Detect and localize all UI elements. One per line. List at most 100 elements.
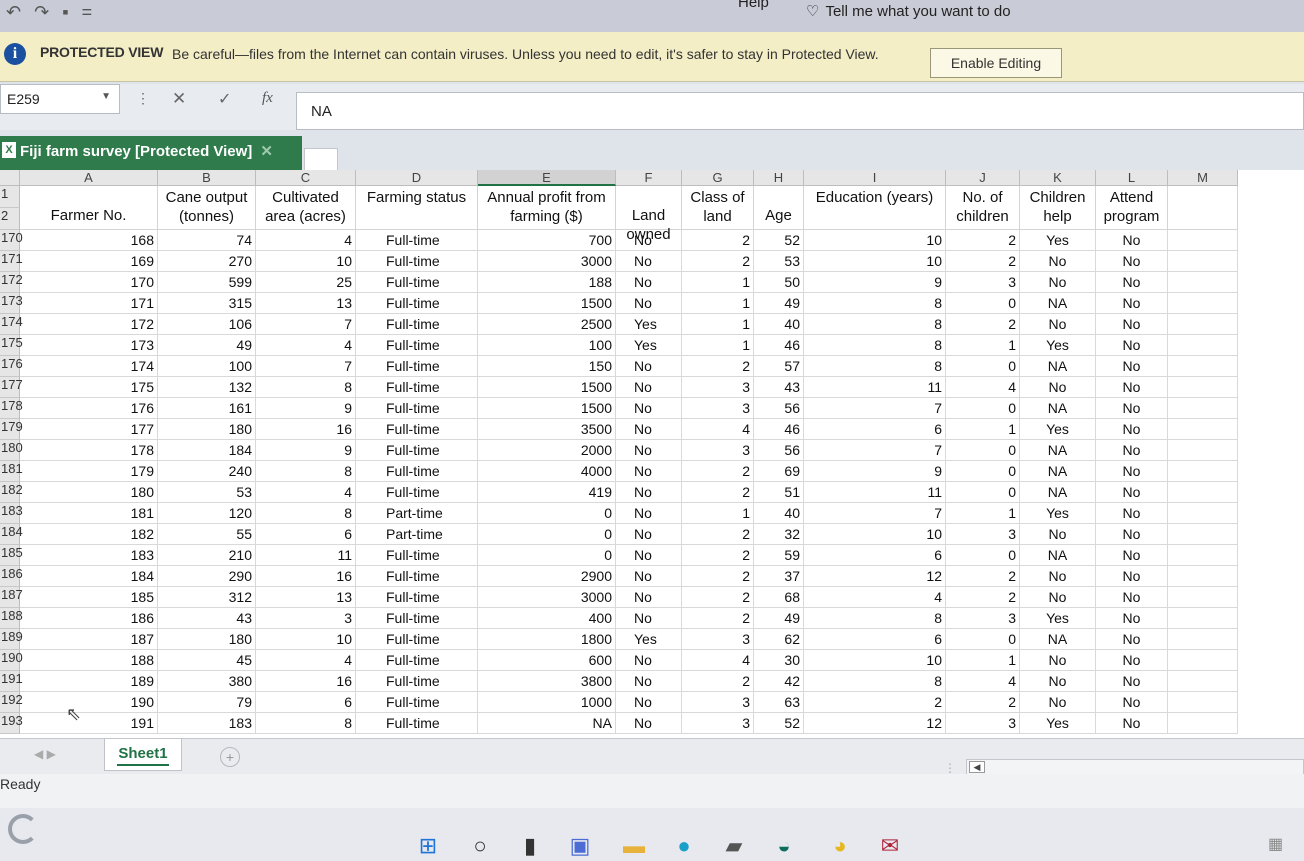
table-cell[interactable]: 40: [754, 503, 804, 524]
table-cell[interactable]: No: [616, 398, 682, 419]
row-header[interactable]: 185: [0, 545, 23, 566]
table-cell[interactable]: No: [1096, 566, 1168, 587]
table-cell[interactable]: 40: [754, 314, 804, 335]
table-cell[interactable]: 12: [804, 566, 946, 587]
table-cell[interactable]: 1500: [478, 377, 616, 398]
table-cell[interactable]: 1: [682, 293, 754, 314]
table-cell[interactable]: 186: [20, 608, 158, 629]
table-cell[interactable]: 179: [20, 461, 158, 482]
table-cell[interactable]: No: [1020, 314, 1096, 335]
table-cell[interactable]: No: [616, 524, 682, 545]
table-cell[interactable]: 4: [946, 671, 1020, 692]
table-cell[interactable]: Full-time: [356, 419, 478, 440]
table-cell[interactable]: Yes: [1020, 419, 1096, 440]
row-header[interactable]: 189: [0, 629, 23, 650]
table-cell[interactable]: No: [1020, 566, 1096, 587]
row-header[interactable]: 191: [0, 671, 23, 692]
table-cell[interactable]: 190: [20, 692, 158, 713]
header-cell-h[interactable]: Age: [754, 186, 804, 230]
table-cell[interactable]: 106: [158, 314, 256, 335]
table-cell[interactable]: Full-time: [356, 440, 478, 461]
table-cell[interactable]: [1168, 461, 1238, 482]
table-cell[interactable]: 8: [256, 713, 356, 734]
table-cell[interactable]: 2: [682, 482, 754, 503]
table-cell[interactable]: 290: [158, 566, 256, 587]
header-cell-j[interactable]: No. of children: [946, 186, 1020, 230]
table-cell[interactable]: 188: [478, 272, 616, 293]
table-cell[interactable]: 3000: [478, 251, 616, 272]
table-cell[interactable]: 1: [682, 335, 754, 356]
table-cell[interactable]: 32: [754, 524, 804, 545]
table-cell[interactable]: 4: [256, 335, 356, 356]
table-cell[interactable]: 37: [754, 566, 804, 587]
table-cell[interactable]: 11: [256, 545, 356, 566]
row-header[interactable]: 174: [0, 314, 23, 335]
table-cell[interactable]: No: [616, 713, 682, 734]
help-tab[interactable]: Help: [738, 0, 769, 11]
table-cell[interactable]: 53: [158, 482, 256, 503]
table-cell[interactable]: No: [1096, 671, 1168, 692]
table-cell[interactable]: Yes: [616, 629, 682, 650]
table-cell[interactable]: 2: [682, 461, 754, 482]
table-cell[interactable]: [1168, 692, 1238, 713]
table-cell[interactable]: [1168, 650, 1238, 671]
table-cell[interactable]: 62: [754, 629, 804, 650]
table-cell[interactable]: 10: [804, 524, 946, 545]
table-cell[interactable]: 8: [804, 314, 946, 335]
table-cell[interactable]: Full-time: [356, 713, 478, 734]
column-header-i[interactable]: I: [804, 170, 946, 186]
table-cell[interactable]: 172: [20, 314, 158, 335]
table-cell[interactable]: 6: [804, 545, 946, 566]
table-cell[interactable]: 6: [256, 524, 356, 545]
row-header[interactable]: 176: [0, 356, 23, 377]
table-cell[interactable]: 170: [20, 272, 158, 293]
row-header[interactable]: 190: [0, 650, 23, 671]
table-cell[interactable]: 161: [158, 398, 256, 419]
table-cell[interactable]: Full-time: [356, 608, 478, 629]
table-cell[interactable]: [1168, 566, 1238, 587]
table-cell[interactable]: 7: [804, 440, 946, 461]
more-options-icon[interactable]: ⋮: [136, 90, 150, 107]
table-cell[interactable]: No: [616, 650, 682, 671]
row-header[interactable]: 184: [0, 524, 23, 545]
table-cell[interactable]: 49: [158, 335, 256, 356]
table-cell[interactable]: 63: [754, 692, 804, 713]
table-cell[interactable]: 56: [754, 440, 804, 461]
table-cell[interactable]: 185: [20, 587, 158, 608]
table-cell[interactable]: 16: [256, 419, 356, 440]
edge-icon[interactable]: ●: [670, 832, 698, 860]
file-explorer-icon[interactable]: ▬: [620, 832, 648, 860]
table-cell[interactable]: 2: [946, 566, 1020, 587]
table-cell[interactable]: 8: [256, 377, 356, 398]
add-sheet-button[interactable]: +: [220, 747, 240, 767]
header-cell-f[interactable]: Land owned: [616, 186, 682, 243]
search-icon[interactable]: ○: [466, 832, 494, 860]
table-cell[interactable]: 182: [20, 524, 158, 545]
table-cell[interactable]: 2: [682, 524, 754, 545]
table-cell[interactable]: No: [1096, 608, 1168, 629]
table-cell[interactable]: 10: [256, 251, 356, 272]
table-cell[interactable]: No: [1020, 650, 1096, 671]
enable-editing-button[interactable]: Enable Editing: [930, 48, 1062, 78]
table-cell[interactable]: 9: [804, 461, 946, 482]
column-header-f[interactable]: F: [616, 170, 682, 186]
row-header[interactable]: 193: [0, 713, 23, 734]
header-cell-c[interactable]: Cultivated area (acres): [256, 186, 356, 230]
task-view-icon[interactable]: ▮: [516, 832, 544, 860]
table-cell[interactable]: 12: [804, 713, 946, 734]
undo-icon[interactable]: ↶: [6, 2, 21, 22]
table-cell[interactable]: 2500: [478, 314, 616, 335]
table-cell[interactable]: No: [1096, 272, 1168, 293]
table-cell[interactable]: No: [1096, 545, 1168, 566]
table-cell[interactable]: 240: [158, 461, 256, 482]
table-cell[interactable]: 1: [946, 419, 1020, 440]
table-cell[interactable]: No: [616, 587, 682, 608]
header-cell-e[interactable]: Annual profit from farming ($): [478, 186, 616, 230]
table-cell[interactable]: 1500: [478, 293, 616, 314]
table-cell[interactable]: 2: [682, 356, 754, 377]
table-cell[interactable]: 10: [804, 650, 946, 671]
table-cell[interactable]: 7: [804, 503, 946, 524]
table-cell[interactable]: Full-time: [356, 377, 478, 398]
table-cell[interactable]: No: [1096, 293, 1168, 314]
table-cell[interactable]: Full-time: [356, 566, 478, 587]
